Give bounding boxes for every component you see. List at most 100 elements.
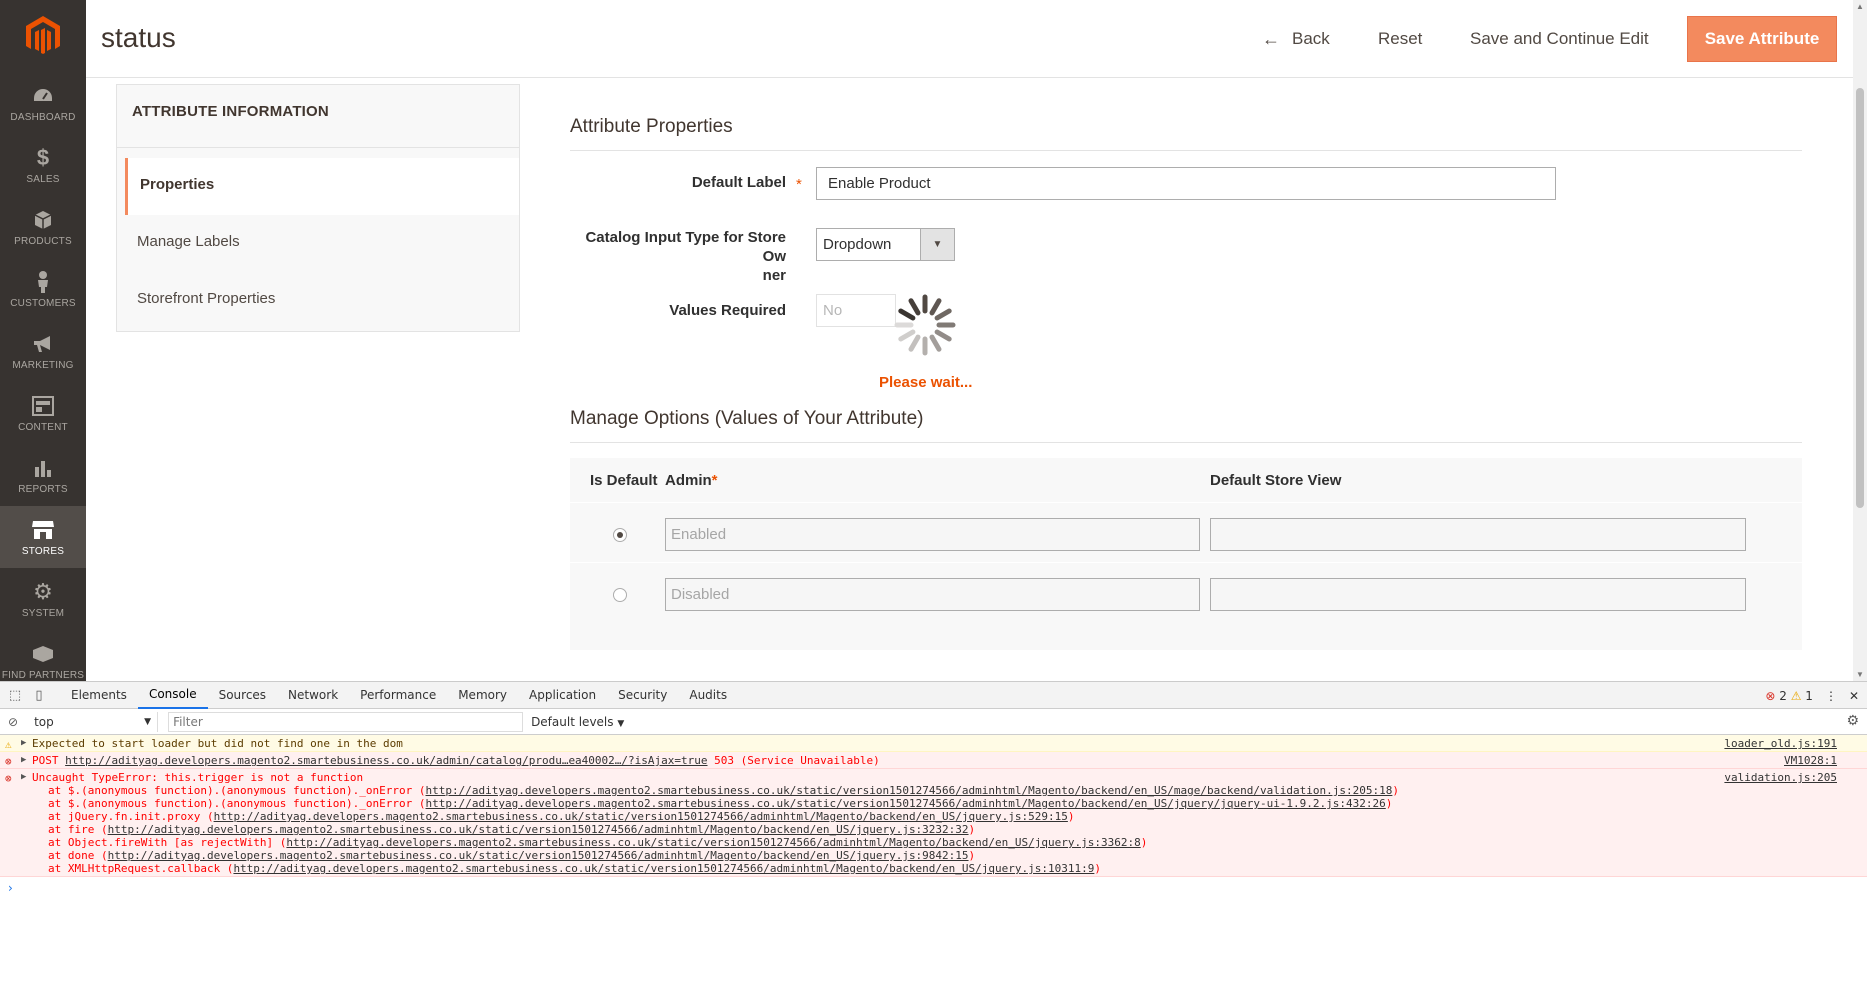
stack-frame-link[interactable]: http://adityag.developers.magento2.smart… xyxy=(108,849,969,862)
stack-frame-link[interactable]: http://adityag.developers.magento2.smart… xyxy=(426,797,1386,810)
warning-source-link[interactable]: loader_old.js:191 xyxy=(1724,737,1837,750)
devtools-tab-application[interactable]: Application xyxy=(518,682,607,709)
stack-frame: at $.(anonymous function).(anonymous fun… xyxy=(32,784,1859,797)
devtools-tab-elements[interactable]: Elements xyxy=(60,682,138,709)
menu-item-customers[interactable]: CUSTOMERS xyxy=(0,258,86,320)
devtools-tab-sources[interactable]: Sources xyxy=(208,682,277,709)
menu-item-find_partners[interactable]: FIND PARTNERS xyxy=(0,630,86,681)
scroll-up-icon[interactable]: ▲ xyxy=(1856,2,1864,11)
scrollbar-thumb[interactable] xyxy=(1856,88,1864,508)
device-toolbar-icon[interactable]: ▯ xyxy=(30,686,48,704)
devtools-tab-console[interactable]: Console xyxy=(137,682,208,709)
expand-triangle-icon[interactable]: ▶ xyxy=(21,771,26,784)
col-default-store-view: Default Store View xyxy=(1210,472,1342,489)
console-error-post[interactable]: ⊗ ▶ POST http://adityag.developers.magen… xyxy=(0,752,1867,769)
attribute-tabs: ATTRIBUTE INFORMATION Properties Manage … xyxy=(116,84,520,332)
store-view-value-input[interactable] xyxy=(1210,518,1746,551)
devtools-tab-security[interactable]: Security xyxy=(607,682,678,709)
devtools-tab-audits[interactable]: Audits xyxy=(678,682,738,709)
admin-value-input[interactable]: Disabled xyxy=(665,578,1200,611)
error-warning-counter[interactable]: ⊗ 2 ⚠ 1 xyxy=(1765,689,1813,703)
post-status: 503 (Service Unavailable) xyxy=(714,754,880,767)
menu-item-label: STORES xyxy=(21,545,65,557)
stack-frame: at jQuery.fn.init.proxy (http://adityag.… xyxy=(32,810,1859,823)
values-required-select[interactable]: No xyxy=(816,294,896,327)
dollar-icon: $ xyxy=(36,144,50,170)
log-levels-dropdown[interactable]: Default levels ▼ xyxy=(531,715,624,729)
post-source-link[interactable]: VM1028:1 xyxy=(1784,754,1837,767)
col-admin: Admin* xyxy=(665,472,718,489)
post-method: POST xyxy=(32,754,59,767)
stack-frame-prefix: at Object.fireWith [as rejectWith] ( xyxy=(48,836,287,849)
col-admin-label: Admin xyxy=(665,472,712,489)
devtools-tab-performance[interactable]: Performance xyxy=(349,682,447,709)
stack-frame-link[interactable]: http://adityag.developers.magento2.smart… xyxy=(426,784,1393,797)
devtools-tab-network[interactable]: Network xyxy=(277,682,349,709)
menu-item-marketing[interactable]: MARKETING xyxy=(0,320,86,382)
page-header: status ← Back Reset Save and Continue Ed… xyxy=(86,0,1853,78)
menu-item-label: MARKETING xyxy=(12,359,74,371)
manage-options-title: Manage Options (Values of Your Attribute… xyxy=(570,408,1802,443)
stack-frame-link[interactable]: http://adityag.developers.magento2.smart… xyxy=(286,836,1140,849)
stack-trace: at $.(anonymous function).(anonymous fun… xyxy=(32,784,1859,875)
uncaught-source-link[interactable]: validation.js:205 xyxy=(1724,771,1837,784)
option-row: Enabled xyxy=(570,502,1802,562)
back-button[interactable]: ← Back xyxy=(1262,16,1330,62)
chevron-down-icon: ▼ xyxy=(920,229,954,260)
is-default-radio[interactable] xyxy=(613,588,627,602)
chevron-down-icon: ▼ xyxy=(617,718,625,729)
stack-frame-prefix: at $.(anonymous function).(anonymous fun… xyxy=(48,797,426,810)
store-view-value-input[interactable] xyxy=(1210,578,1746,611)
close-devtools-icon[interactable]: ✕ xyxy=(1849,689,1859,703)
save-attribute-button[interactable]: Save Attribute xyxy=(1687,16,1837,62)
expand-triangle-icon[interactable]: ▶ xyxy=(21,737,26,750)
menu-item-products[interactable]: PRODUCTS xyxy=(0,196,86,258)
tab-properties[interactable]: Properties xyxy=(125,158,519,215)
stack-frame-suffix: ) xyxy=(1392,784,1400,797)
catalog-input-type-select[interactable]: Dropdown ▼ xyxy=(816,228,955,261)
save-and-continue-button[interactable]: Save and Continue Edit xyxy=(1470,16,1649,62)
inspect-element-icon[interactable]: ⬚ xyxy=(6,686,24,704)
devtools-right-controls: ⊗ 2 ⚠ 1 ⋮ ✕ xyxy=(1765,682,1859,709)
menu-item-label: CUSTOMERS xyxy=(10,297,76,309)
console-settings-gear-icon[interactable]: ⚙ xyxy=(1846,713,1859,729)
context-selector[interactable]: top ▼ xyxy=(26,711,159,732)
console-error-uncaught[interactable]: ⊗ ▶ Uncaught TypeError: this.trigger is … xyxy=(0,769,1867,877)
stack-frame-prefix: at done ( xyxy=(48,849,108,862)
menu-item-dashboard[interactable]: DASHBOARD xyxy=(0,72,86,134)
warning-icon: ⚠ xyxy=(5,738,12,751)
menu-item-stores[interactable]: STORES xyxy=(0,506,86,568)
magento-logo[interactable] xyxy=(0,0,86,72)
stack-frame: at XMLHttpRequest.callback (http://adity… xyxy=(32,862,1859,875)
console-prompt[interactable]: › xyxy=(0,877,1867,899)
reset-button[interactable]: Reset xyxy=(1378,16,1422,62)
post-url-link[interactable]: http://adityag.developers.magento2.smart… xyxy=(65,754,707,767)
stack-frame-link[interactable]: http://adityag.developers.magento2.smart… xyxy=(214,810,1068,823)
devtools-tab-memory[interactable]: Memory xyxy=(447,682,518,709)
is-default-radio[interactable] xyxy=(613,528,627,542)
store-icon xyxy=(31,518,55,542)
menu-item-label: SYSTEM xyxy=(21,607,65,619)
admin-value-input[interactable]: Enabled xyxy=(665,518,1200,551)
menu-item-system[interactable]: ⚙ SYSTEM xyxy=(0,568,86,630)
stack-frame-prefix: at $.(anonymous function).(anonymous fun… xyxy=(48,784,426,797)
menu-item-sales[interactable]: $ SALES xyxy=(0,134,86,196)
stack-frame-suffix: ) xyxy=(1067,810,1075,823)
default-label-input[interactable]: Enable Product xyxy=(816,167,1556,200)
console-warning[interactable]: ⚠ ▶ Expected to start loader but did not… xyxy=(0,735,1867,752)
tab-storefront-properties[interactable]: Storefront Properties xyxy=(117,272,519,329)
devtools-panel: ⬚ ▯ Elements Console Sources Network Perform… xyxy=(0,681,1867,990)
more-options-icon[interactable]: ⋮ xyxy=(1825,689,1837,703)
menu-item-reports[interactable]: REPORTS xyxy=(0,444,86,506)
scroll-down-icon[interactable]: ▼ xyxy=(1856,670,1864,679)
expand-triangle-icon[interactable]: ▶ xyxy=(21,754,26,767)
tab-manage-labels[interactable]: Manage Labels xyxy=(117,215,519,272)
page-scrollbar[interactable]: ▲ ▼ xyxy=(1853,0,1867,681)
clear-console-icon[interactable]: ⊘ xyxy=(8,715,18,729)
stack-frame: at done (http://adityag.developers.magen… xyxy=(32,849,1859,862)
console-filter-input[interactable]: Filter xyxy=(168,711,524,732)
required-star: * xyxy=(796,176,802,193)
stack-frame-link[interactable]: http://adityag.developers.magento2.smart… xyxy=(108,823,969,836)
menu-item-content[interactable]: CONTENT xyxy=(0,382,86,444)
stack-frame-link[interactable]: http://adityag.developers.magento2.smart… xyxy=(233,862,1094,875)
